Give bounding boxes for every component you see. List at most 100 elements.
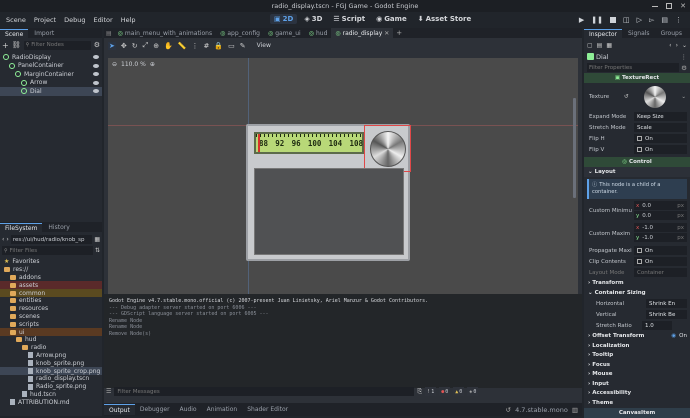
fs-item[interactable]: common [0,289,102,297]
ruler-tool-icon[interactable]: 📏 [178,42,187,50]
fs-item[interactable]: knob_sprite.png [0,359,102,367]
scene-tabs-left-icon[interactable]: ▤ [104,30,114,37]
minimize-icon[interactable] [652,5,659,7]
filter-nodes-input[interactable]: Filter Nodes [31,42,64,48]
section-localization[interactable]: › Localization [584,341,690,351]
scene-tab-game-ui[interactable]: ◎ game_ui [264,28,305,38]
fs-item[interactable]: hud.tscn [0,391,102,399]
history-forward-icon[interactable]: › [676,42,678,49]
section-tooltip[interactable]: › Tooltip [584,351,690,361]
workspace-2d[interactable]: ▣ 2D [270,14,298,24]
visibility-icon[interactable] [93,55,99,60]
clip-contents-checkbox[interactable]: On [634,257,687,266]
fs-item[interactable]: assets [0,281,102,290]
visibility-icon[interactable] [93,63,99,68]
pivot-tool-icon[interactable]: ⊕ [153,42,159,50]
filter-messages-box[interactable]: Filter Messages [114,387,415,396]
tab-signals[interactable]: Signals [623,29,655,38]
section-input[interactable]: › Input [584,379,690,389]
section-layout[interactable]: ⌄ Layout [584,167,690,177]
filter-properties-input[interactable]: Filter Properties [589,65,632,71]
menu-debug[interactable]: Debug [60,16,89,24]
tab-import[interactable]: Import [29,29,59,38]
play-scene-icon[interactable]: ▷ [637,16,642,24]
fs-item[interactable]: Radio_sprite.png [0,383,102,391]
tree-item-arrow[interactable]: Arrow [0,79,102,88]
fs-item[interactable]: Arrow.png [0,352,102,360]
tab-filesystem[interactable]: FileSystem [0,223,43,232]
warning-count[interactable]: ▲ 0 [453,387,465,396]
scene-tab-hud[interactable]: ◎ hud [305,28,332,38]
zoom-level[interactable]: 110.0 % [121,61,146,68]
close-tab-icon[interactable]: ✕ [384,30,389,37]
snap-icon[interactable]: ⋮ [192,42,199,50]
history-icon[interactable]: ↺ [506,406,511,414]
lock-icon[interactable]: 🔒 [214,42,223,50]
history-back-icon[interactable]: ‹ [669,42,671,49]
section-container-sizing[interactable]: ⌄ Container Sizing [584,288,690,298]
section-mouse[interactable]: › Mouse [584,370,690,380]
scene-tab-radio-display[interactable]: ◎ radio_display ✕ [331,28,394,38]
pause-icon[interactable]: ❚❚ [591,16,603,24]
move-tool-icon[interactable]: ✥ [121,42,127,50]
fs-item[interactable]: hud [0,336,102,344]
copy-icon[interactable]: ⎘ [417,388,422,396]
stretch-mode-select[interactable]: Scale [634,123,687,132]
section-theme[interactable]: › Theme [584,398,690,408]
arrow-needle[interactable] [258,134,260,152]
filter-messages-input[interactable]: Filter Messages [117,389,159,395]
filter-options-icon[interactable]: ⚙ [94,41,100,49]
dial-knob[interactable] [370,131,406,167]
tab-debugger[interactable]: Debugger [135,404,175,415]
workspace-script[interactable]: ☰ Script [329,14,369,24]
fs-item[interactable]: ui [0,328,102,336]
flip-v-checkbox[interactable]: On [634,145,687,154]
max-y-field[interactable]: y -1.0 px [634,233,687,242]
close-icon[interactable]: ✕ [680,2,686,10]
play-icon[interactable]: ▶ [579,16,584,24]
workspace-3d[interactable]: ◈ 3D [300,14,326,24]
fs-item[interactable]: ★ Favorites [0,258,102,266]
texture-preview[interactable] [644,86,666,108]
canvas-viewport[interactable]: ⊖ 110.0 % ⊕ 88 92 96 100 104 108 [108,58,578,294]
node-selector[interactable]: Dial ⋮ [584,51,690,62]
tab-inspector[interactable]: Inspector [584,29,622,38]
menu-help[interactable]: Help [117,16,140,24]
layout-icon[interactable]: ▥ [572,406,578,414]
stop-icon[interactable] [609,17,616,23]
fs-item[interactable]: ATTRIBUTION.md [0,398,102,406]
error-count[interactable]: ● 0 [439,387,451,396]
rotate-tool-icon[interactable]: ↻ [132,42,138,50]
section-transform[interactable]: › Transform [584,278,690,288]
add-scene-tab-icon[interactable]: + [393,29,405,37]
forward-icon[interactable]: › [6,236,8,243]
visibility-icon[interactable] [93,72,99,77]
propagate-checkbox[interactable]: On [634,246,687,255]
output-menu-icon[interactable]: ☰ [106,388,111,395]
workspace-game[interactable]: ◉ Game [372,14,411,24]
filter-files-box[interactable]: ⚲ Filter Files [2,246,93,255]
history-list-icon[interactable]: ⌄ [682,42,687,49]
bone-icon[interactable]: ✎ [240,42,246,50]
tab-output[interactable]: Output [104,404,135,415]
fs-item[interactable]: addons [0,274,102,282]
fs-item[interactable]: radio_display.tscn [0,375,102,383]
radio-sprite[interactable]: 88 92 96 100 104 108 [246,124,411,261]
texture-menu-icon[interactable]: ⌄ [681,94,686,100]
section-accessibility[interactable]: › Accessibility [584,389,690,399]
tab-scene[interactable]: Scene [0,29,29,38]
min-x-field[interactable]: x 0.0 px [634,201,687,210]
min-y-field[interactable]: y 0.0 px [634,211,687,220]
link-icon[interactable]: ⛓ [12,41,21,49]
section-focus[interactable]: › Focus [584,360,690,370]
zoom-in-icon[interactable]: ⊕ [150,61,155,68]
movie-icon[interactable]: ▤ [661,16,668,24]
tab-shader-editor[interactable]: Shader Editor [242,404,293,415]
tree-item-radio-display[interactable]: RadioDisplay [0,53,102,62]
class-header-control[interactable]: ◎ Control [584,157,690,167]
message-count[interactable]: ! 1 [425,387,437,396]
class-header-canvas-item[interactable]: CanvasItem [584,407,690,418]
view-menu[interactable]: View [257,42,271,49]
save-resource-icon[interactable]: ▦ [606,42,612,49]
vertical-select[interactable]: Shrink Be [646,310,687,319]
